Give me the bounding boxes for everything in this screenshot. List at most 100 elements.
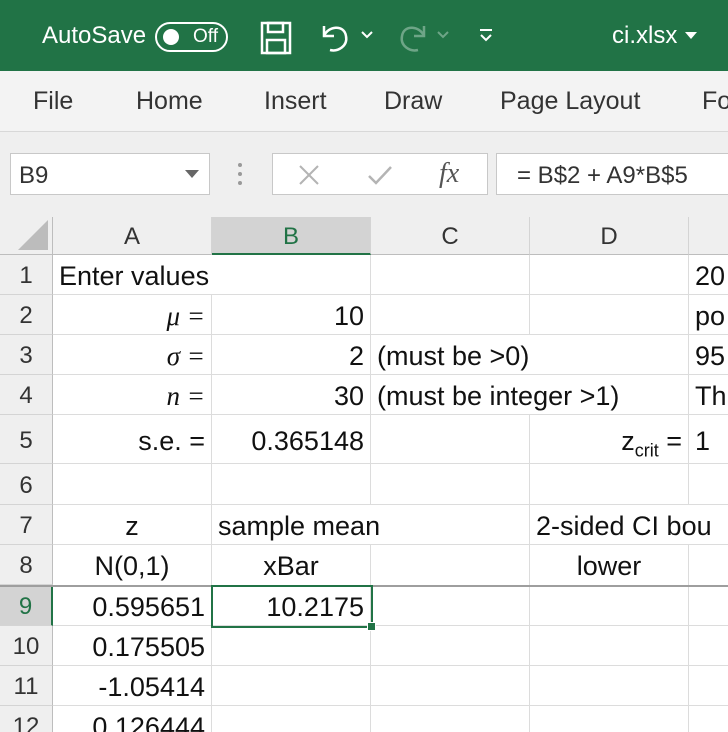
row-header-2[interactable]: 2 xyxy=(0,295,53,335)
row-header-4[interactable]: 4 xyxy=(0,375,53,415)
cell-b6[interactable] xyxy=(212,464,371,505)
cell-d2[interactable] xyxy=(530,295,689,335)
row-header-9[interactable]: 9 xyxy=(0,586,53,626)
redo-icon[interactable] xyxy=(396,20,430,54)
row-header-7[interactable]: 7 xyxy=(0,505,53,545)
column-header-e[interactable] xyxy=(689,217,728,255)
drag-handle-icon[interactable] xyxy=(238,163,244,190)
row-header-12[interactable]: 12 xyxy=(0,706,53,732)
row-header-5[interactable]: 5 xyxy=(0,415,53,464)
tab-formulas[interactable]: Fo xyxy=(702,87,728,116)
cell-d11[interactable] xyxy=(530,666,689,706)
cell-c2[interactable] xyxy=(371,295,530,335)
cell-d12[interactable] xyxy=(530,706,689,732)
cell-d3[interactable] xyxy=(530,335,689,375)
row-header-3[interactable]: 3 xyxy=(0,335,53,375)
cell-a2[interactable]: μ = xyxy=(53,295,212,335)
cell-a8[interactable]: N(0,1) xyxy=(53,545,212,586)
cell-a7[interactable]: z xyxy=(53,505,212,545)
cell-e5[interactable]: 1 xyxy=(689,415,728,464)
formula-input[interactable]: = B$2 + A9*B$5 xyxy=(496,153,728,195)
row-header-6[interactable]: 6 xyxy=(0,464,53,505)
cell-a10[interactable]: 0.175505 xyxy=(53,626,212,666)
cell-a12[interactable]: 0.126444 xyxy=(53,706,212,732)
tab-draw[interactable]: Draw xyxy=(384,87,442,116)
cell-a9[interactable]: 0.595651 xyxy=(53,586,212,626)
column-header-b[interactable]: B xyxy=(212,217,371,255)
cell-c6[interactable] xyxy=(371,464,530,505)
cell-d8[interactable]: lower xyxy=(530,545,689,586)
cell-a5[interactable]: s.e. = xyxy=(53,415,212,464)
cell-e1[interactable]: 20 xyxy=(689,255,728,295)
undo-dropdown-icon[interactable] xyxy=(360,30,374,40)
cell-d6[interactable] xyxy=(530,464,689,505)
cell-a6[interactable] xyxy=(53,464,212,505)
undo-icon[interactable] xyxy=(318,20,352,54)
cell-d4[interactable] xyxy=(530,375,689,415)
insert-function-icon[interactable]: fx xyxy=(439,158,459,190)
cancel-icon[interactable] xyxy=(297,164,321,191)
column-header-c[interactable]: C xyxy=(371,217,530,255)
cell-b4[interactable]: 30 xyxy=(212,375,371,415)
enter-check-icon[interactable] xyxy=(367,164,393,191)
cell-a1[interactable]: Enter values xyxy=(53,255,212,295)
cell-d7[interactable]: 2-sided CI bou xyxy=(530,505,728,545)
cell-c7[interactable] xyxy=(371,505,530,545)
row-header-11[interactable]: 11 xyxy=(0,666,53,706)
cell-d1[interactable] xyxy=(530,255,689,295)
column-header-d[interactable]: D xyxy=(530,217,689,255)
cell-b1[interactable] xyxy=(212,255,371,295)
cell-e9[interactable] xyxy=(689,586,728,626)
tab-file[interactable]: File xyxy=(33,87,73,116)
cell-e11[interactable] xyxy=(689,666,728,706)
row-header-8[interactable]: 8 xyxy=(0,545,53,585)
cell-e2[interactable]: po xyxy=(689,295,728,335)
cell-b5[interactable]: 0.365148 xyxy=(212,415,371,464)
filename-dropdown-icon[interactable] xyxy=(684,31,698,41)
cell-c4[interactable]: (must be integer >1) xyxy=(371,375,619,415)
cell-c8[interactable] xyxy=(371,545,530,586)
cell-d10[interactable] xyxy=(530,626,689,666)
select-all-corner[interactable] xyxy=(0,217,53,255)
cell-e8[interactable] xyxy=(689,545,728,586)
cell-b2[interactable]: 10 xyxy=(212,295,371,335)
cell-e4[interactable]: Th xyxy=(689,375,728,415)
cell-b8[interactable]: xBar xyxy=(212,545,371,586)
row-header-1[interactable]: 1 xyxy=(0,255,53,295)
redo-dropdown-icon[interactable] xyxy=(436,30,450,40)
cell-b11[interactable] xyxy=(212,666,371,706)
cell-b3[interactable]: 2 xyxy=(212,335,371,375)
cell-a11[interactable]: -1.05414 xyxy=(53,666,212,706)
cell-c9[interactable] xyxy=(371,586,530,626)
cell-b10[interactable] xyxy=(212,626,371,666)
cell-c5[interactable] xyxy=(371,415,530,464)
column-header-a[interactable]: A xyxy=(53,217,212,255)
cell-d9[interactable] xyxy=(530,586,689,626)
cell-a3[interactable]: σ = xyxy=(53,335,212,375)
save-icon[interactable] xyxy=(260,21,292,55)
cell-d5[interactable]: zcrit = xyxy=(530,415,689,464)
cell-a4[interactable]: n = xyxy=(53,375,212,415)
tab-insert[interactable]: Insert xyxy=(264,87,327,116)
cell-c11[interactable] xyxy=(371,666,530,706)
cell-b7[interactable]: sample mean xyxy=(212,505,380,545)
customize-toolbar-icon[interactable] xyxy=(478,27,494,45)
cell-c12[interactable] xyxy=(371,706,530,732)
cell-c10[interactable] xyxy=(371,626,530,666)
tab-page-layout[interactable]: Page Layout xyxy=(500,87,640,116)
cell-c3[interactable]: (must be >0) xyxy=(371,335,530,375)
cell-e12[interactable] xyxy=(689,706,728,732)
name-box-dropdown-icon[interactable] xyxy=(185,170,199,178)
tab-home[interactable]: Home xyxy=(136,87,203,116)
cell-e10[interactable] xyxy=(689,626,728,666)
cell-e6[interactable] xyxy=(689,464,728,505)
cell-b12[interactable] xyxy=(212,706,371,732)
cell-e3[interactable]: 95 xyxy=(689,335,728,375)
fill-handle[interactable] xyxy=(367,622,376,631)
cell-b9[interactable]: 10.2175 xyxy=(212,586,371,626)
cell-c1[interactable] xyxy=(371,255,530,295)
row-header-10[interactable]: 10 xyxy=(0,626,53,666)
name-box[interactable]: B9 xyxy=(10,153,210,195)
file-name[interactable]: ci.xlsx xyxy=(612,22,677,50)
autosave-toggle[interactable]: Off xyxy=(155,22,228,52)
